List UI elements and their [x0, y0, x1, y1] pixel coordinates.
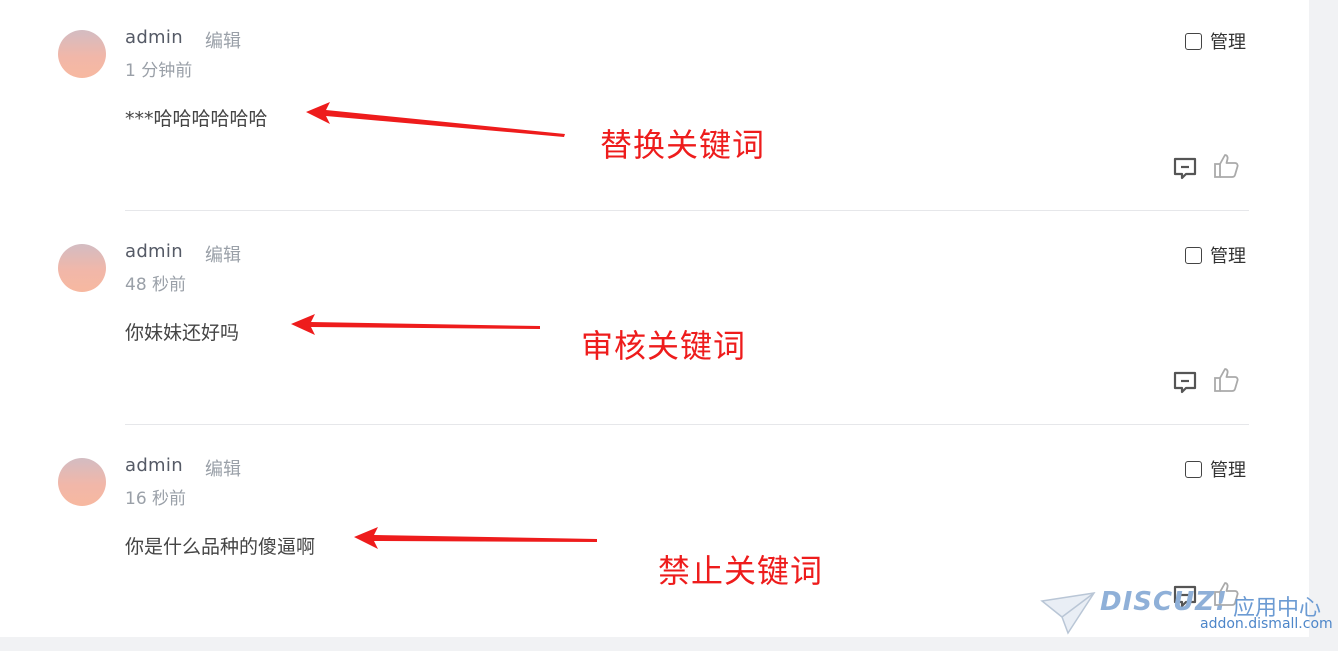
annotation-arrow-1 — [306, 102, 565, 137]
watermark: DISCUZ! 应用中心 addon.dismall.com — [1040, 585, 1333, 645]
annotation-arrow-2 — [291, 314, 540, 335]
watermark-brand: DISCUZ! — [1100, 587, 1228, 617]
annotation-arrow-3 — [354, 527, 597, 549]
annotation-label: 审核关键词 — [581, 327, 747, 365]
annotation-label: 替换关键词 — [600, 126, 766, 164]
paper-plane-icon — [1040, 592, 1096, 635]
annotation-label: 禁止关键词 — [658, 552, 824, 590]
watermark-url: addon.dismall.com — [1200, 616, 1333, 632]
